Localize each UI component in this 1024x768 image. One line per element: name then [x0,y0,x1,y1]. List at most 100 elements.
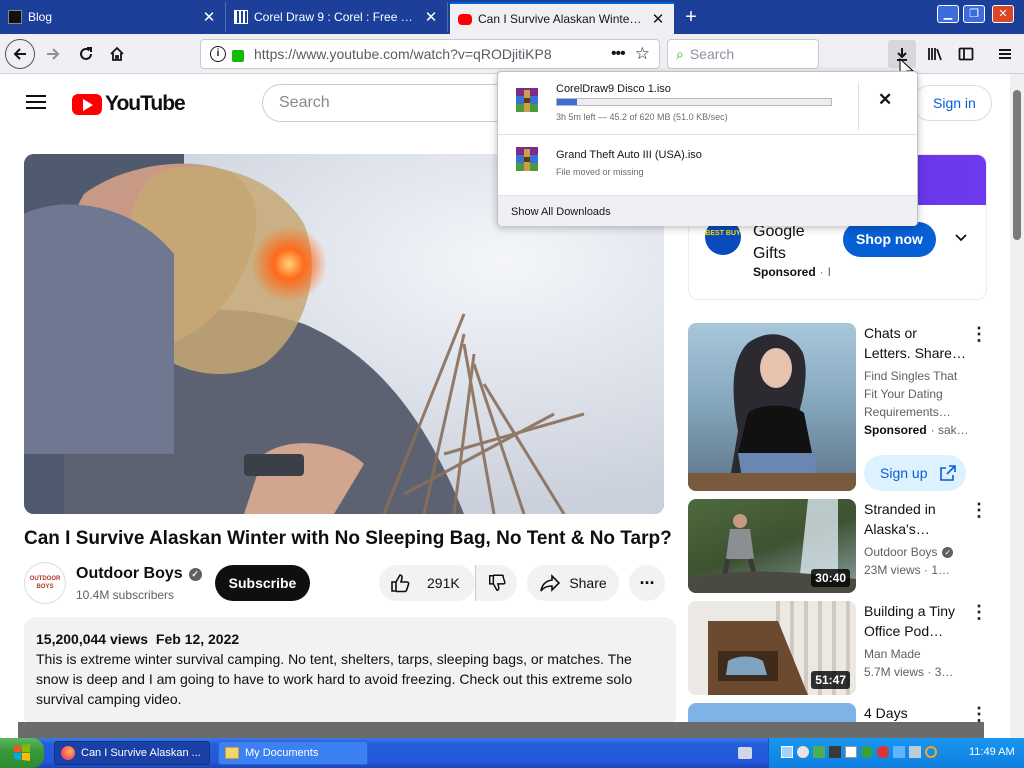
taskbar-task-label: Can I Survive Alaskan ... [81,747,201,759]
update-icon[interactable] [813,746,825,758]
browser-tab-strip: Blog ✕ Corel Draw 9 : Corel : Free Downl… [0,0,1024,34]
youtube-icon [458,13,472,25]
duration-badge: 51:47 [811,671,850,689]
ad-sponsor-text: I [827,265,832,279]
more-vertical-icon[interactable]: ⋮ [970,501,988,521]
subscribe-label: Subscribe [228,575,297,591]
navigation-toolbar: i https://www.youtube.com/watch?v=qRODji… [0,34,1024,80]
share-button[interactable]: Share [527,565,619,601]
sign-up-button[interactable]: Sign up [864,455,966,491]
search-tray-icon[interactable] [925,746,937,758]
show-all-downloads-link[interactable]: Show All Downloads [511,206,611,218]
menu-hamburger-icon[interactable] [991,40,1019,68]
sponsored-thumbnail[interactable] [688,323,856,491]
page-actions-icon[interactable]: ••• [611,45,626,63]
sponsored-meta3: Requirements… [864,405,951,419]
sponsored-title[interactable]: Chats or Letters. Share… [864,323,974,363]
tab-title: Can I Survive Alaskan Winter with [478,12,644,26]
forward-arrow-icon[interactable] [39,40,67,68]
video-description[interactable]: 15,200,044 views Feb 12, 2022 This is ex… [24,617,676,727]
sign-in-button[interactable]: Sign in [912,85,992,121]
close-window-button[interactable]: ✕ [992,5,1014,23]
close-icon[interactable]: ✕ [650,10,666,28]
guide-menu-icon[interactable] [26,94,46,115]
youtube-play-icon [72,93,102,115]
tab-blog[interactable]: Blog ✕ [0,2,226,32]
tab-youtube-video[interactable]: Can I Survive Alaskan Winter with ✕ [450,2,674,34]
antivirus-icon[interactable] [861,746,873,758]
sidebar-title-line2: Alaska's… [864,521,930,537]
sidebar-channel: Outdoor Boys [864,545,938,559]
youtube-logo[interactable]: YouTube [72,92,186,116]
more-vertical-icon[interactable]: ⋮ [970,325,988,345]
sidebar-title-line1: 4 Days [864,705,908,721]
download-progress-bar [556,98,832,106]
best-buy-logo-text: BEST BUY [705,230,741,237]
cancel-download-icon[interactable]: ✕ [878,90,892,110]
verified-check-icon: ✓ [942,546,954,558]
sidebar-channel: Man Made [864,647,921,661]
dislike-button[interactable] [475,565,517,601]
url-bar[interactable]: i https://www.youtube.com/watch?v=qRODji… [200,39,660,69]
more-vertical-icon[interactable]: ⋮ [970,603,988,623]
scrollbar-thumb[interactable] [1013,90,1021,240]
reload-icon[interactable] [72,40,100,68]
speaker-icon[interactable] [797,746,809,758]
video-thumbnail-stranded[interactable]: 30:40 [688,499,856,593]
back-arrow-icon[interactable] [5,39,35,69]
youtube-search-input[interactable]: Search [262,84,522,122]
video-thumbnail-office-pod[interactable]: 51:47 [688,601,856,695]
info-icon[interactable]: i [210,46,226,62]
taskbar-task-my-documents[interactable]: My Documents [218,741,368,765]
search-bar[interactable]: ⌕ Search [667,39,819,69]
display-icon[interactable] [893,746,905,758]
subscribe-button[interactable]: Subscribe [215,565,310,601]
vertical-scrollbar[interactable] [1010,74,1024,738]
sidebar-toggle-icon[interactable] [952,40,980,68]
youtube-wordmark: YouTube [105,92,186,115]
download-item-coreldraw[interactable]: CorelDraw9 Disco 1.iso 3h 5m left — 45.2… [498,72,918,134]
sidebar-video-title[interactable]: Stranded in Alaska's… [864,499,974,539]
more-vertical-icon[interactable]: ⋮ [970,705,988,725]
more-actions-button[interactable]: ··· [629,565,665,601]
verified-check-icon: ✓ [188,567,202,581]
tab-title: Corel Draw 9 : Corel : Free Downl [254,10,417,24]
horizontal-scrollbar[interactable] [18,722,984,738]
sponsored-meta1: Find Singles That [864,369,958,383]
tab-corel[interactable]: Corel Draw 9 : Corel : Free Downl ✕ [226,2,448,32]
bookmark-star-icon[interactable]: ☆ [635,44,650,64]
security-icon[interactable] [845,746,857,758]
start-button[interactable] [0,738,44,768]
new-tab-plus-icon[interactable]: + [678,3,704,31]
shop-now-button[interactable]: Shop now [843,222,936,257]
download-item-gta[interactable]: Grand Theft Auto III (USA).iso File move… [498,135,918,197]
printer-icon[interactable] [909,746,921,758]
channel-name-link[interactable]: Outdoor Boys ✓ [76,565,202,583]
like-button[interactable]: 291K [379,565,475,601]
winrar-archive-icon [516,88,538,112]
network-icon[interactable] [781,746,793,758]
taskbar-task-firefox[interactable]: Can I Survive Alaskan ... [54,741,210,765]
video-thumbnail-4-days[interactable] [688,703,856,722]
minimize-button[interactable]: ▁ [937,5,959,23]
shield-icon[interactable] [829,746,841,758]
sponsored-meta2: Fit Your Dating [864,387,943,401]
home-icon[interactable] [103,40,131,68]
url-text[interactable]: https://www.youtube.com/watch?v=qRODjiti… [254,46,611,62]
upload-date: Feb 12, 2022 [155,631,240,647]
sidebar-age: · 1… [924,563,951,577]
lock-icon[interactable] [232,50,244,62]
library-icon[interactable] [921,40,949,68]
sidebar-video-title[interactable]: Building a Tiny Office Pod… [864,601,974,641]
channel-avatar[interactable]: OUTDOOR BOYS [24,562,66,604]
close-icon[interactable]: ✕ [201,8,217,26]
sidebar-video-title[interactable]: 4 Days [864,703,974,723]
chevron-down-icon[interactable] [953,229,969,250]
sidebar-views: 5.7M views [864,665,925,679]
keyboard-icon[interactable] [738,747,752,759]
maximize-button[interactable]: ❐ [963,5,985,23]
winrar-archive-icon [516,147,538,171]
app-tray-icon[interactable] [877,746,889,758]
terminal-icon [8,10,22,24]
close-icon[interactable]: ✕ [423,8,439,26]
